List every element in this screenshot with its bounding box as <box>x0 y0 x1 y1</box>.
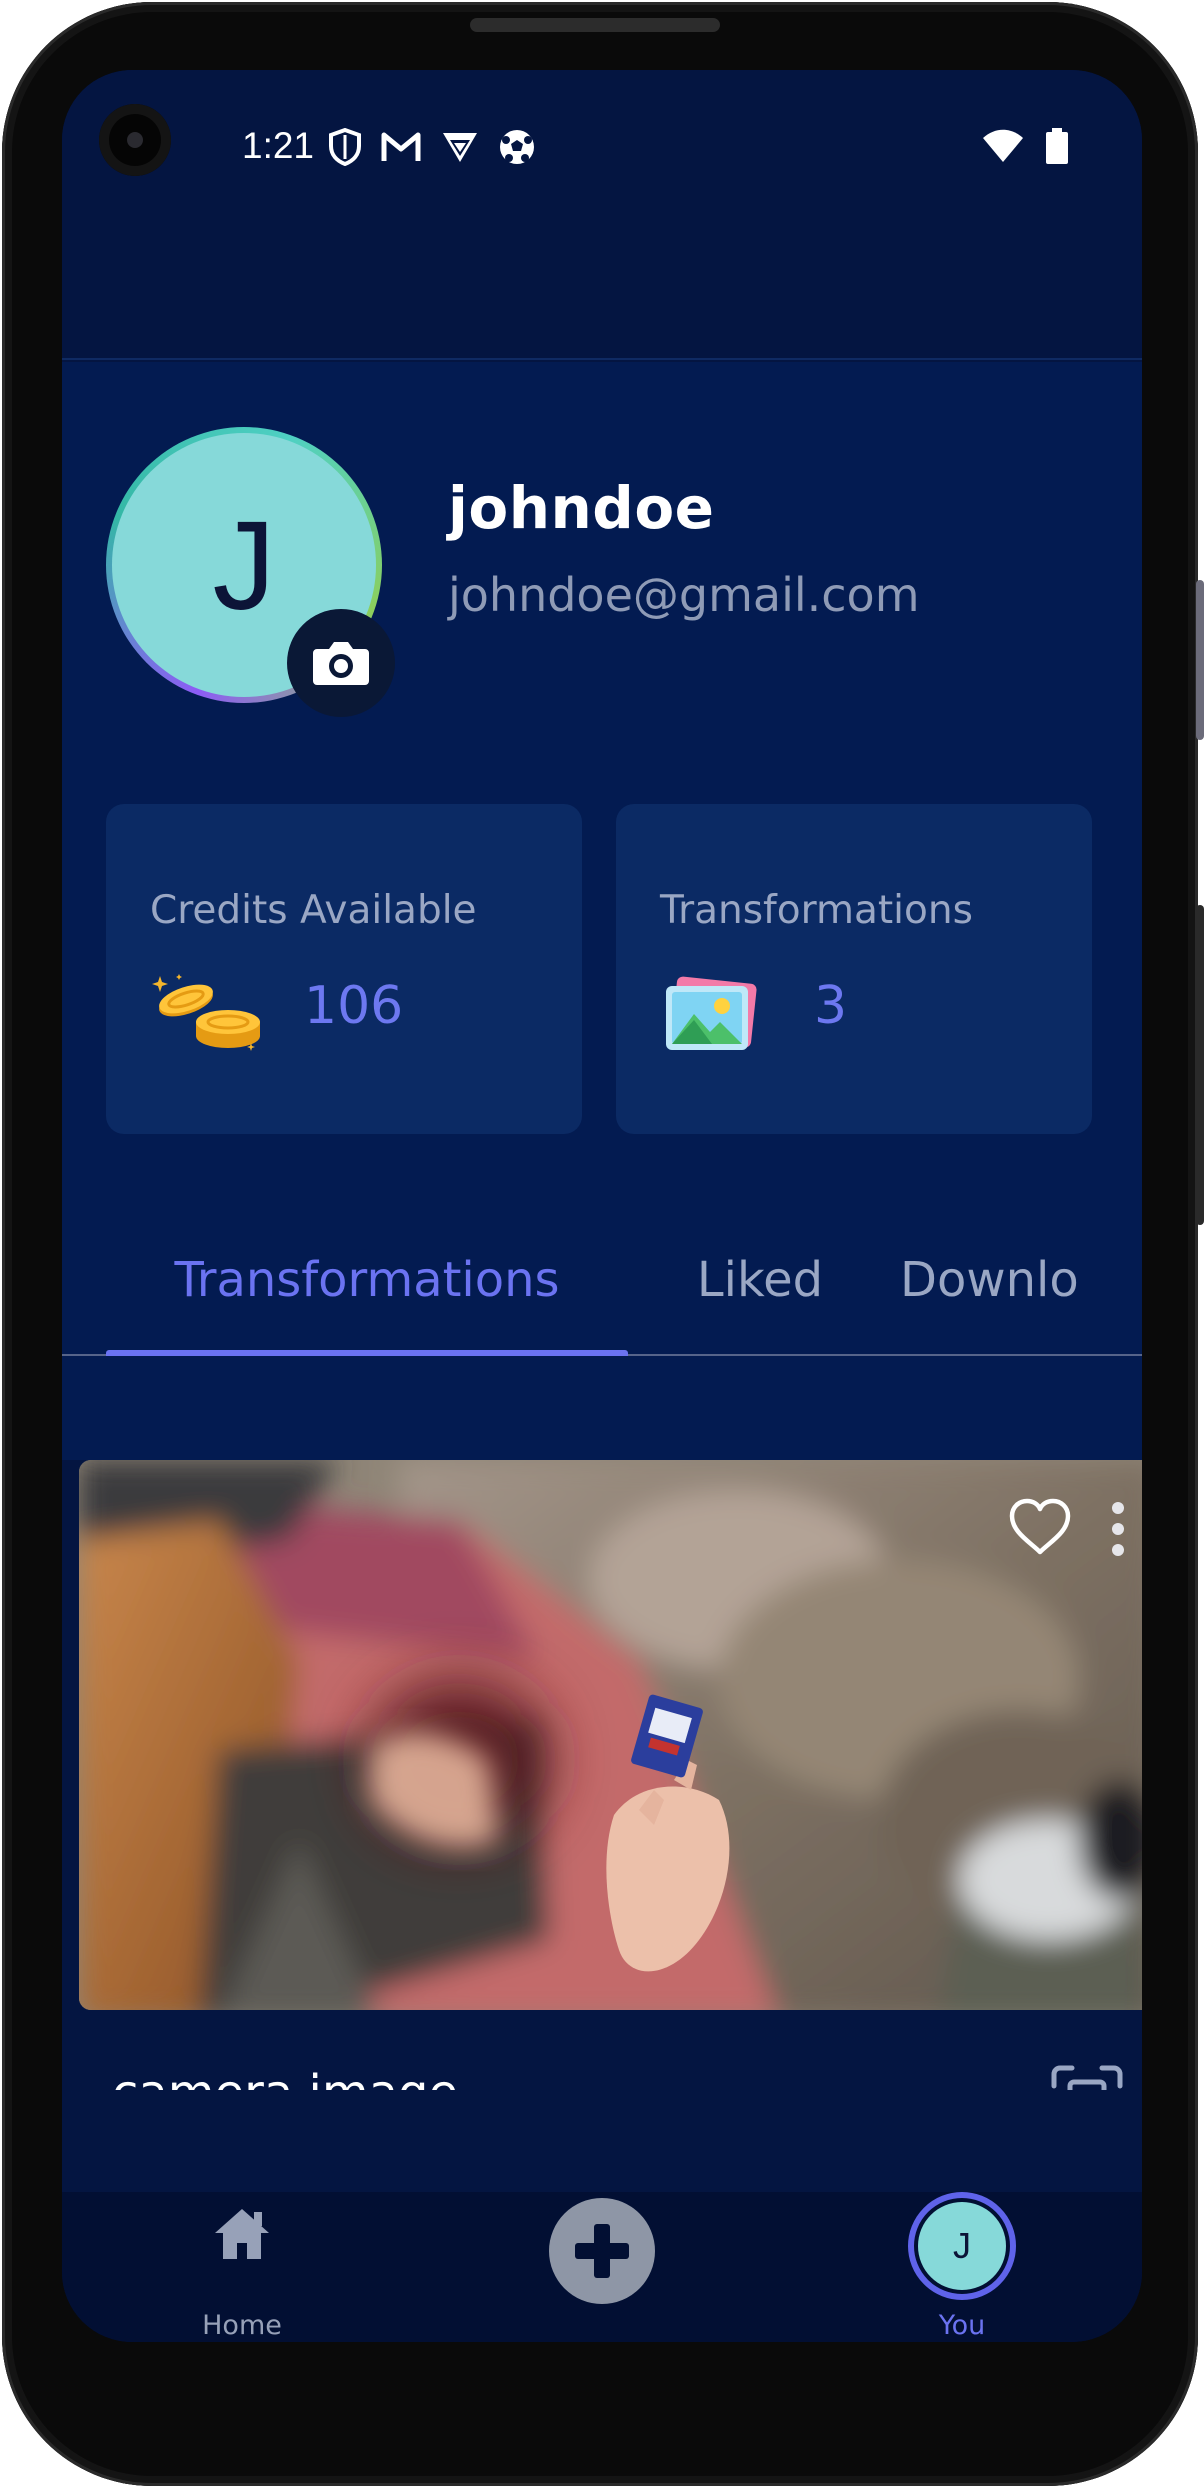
gmail-icon <box>381 132 421 161</box>
camera-icon <box>313 642 369 685</box>
shield-icon <box>329 128 361 166</box>
transformation-image[interactable] <box>79 1460 1142 2010</box>
more-options-icon[interactable] <box>1108 1500 1128 1558</box>
create-button[interactable] <box>549 2198 655 2304</box>
volume-button <box>1196 580 1204 740</box>
credits-card[interactable]: Credits Available 106 <box>106 804 582 1134</box>
status-time: 1:21 <box>242 125 315 166</box>
photo-thumbnail <box>79 1460 1142 2010</box>
transformations-value: 3 <box>814 976 848 1036</box>
phone-device: 1:21 J johndoe johndoe@gmail.com Credits… <box>0 0 1204 2491</box>
system-icons <box>982 128 1068 164</box>
status-bar: 1:21 <box>62 70 1142 220</box>
heart-icon[interactable] <box>1008 1498 1072 1556</box>
profile-section: J johndoe johndoe@gmail.com Credits Avai… <box>62 362 1142 1482</box>
profile-username: johndoe <box>448 474 715 542</box>
battery-icon <box>1046 128 1068 164</box>
power-button <box>1196 905 1204 1225</box>
credits-label: Credits Available <box>150 888 477 933</box>
wifi-icon <box>983 129 1023 162</box>
app-icon <box>443 133 477 162</box>
transformations-feed: camera image <box>62 1460 1142 2090</box>
credits-value: 106 <box>304 976 404 1036</box>
bottom-navigation: Home J You <box>62 2192 1142 2342</box>
nav-home-label: Home <box>202 2310 282 2341</box>
coins-icon <box>152 974 260 1051</box>
scan-icon[interactable] <box>1050 2064 1124 2090</box>
transformations-card[interactable]: Transformations 3 <box>616 804 1092 1134</box>
images-icon <box>666 976 757 1050</box>
nav-create[interactable] <box>502 2192 702 2342</box>
tab-downloads[interactable]: Downlo <box>900 1206 1142 1354</box>
nav-avatar: J <box>908 2192 1016 2300</box>
nav-avatar-initial: J <box>918 2202 1006 2290</box>
home-icon <box>215 2209 269 2259</box>
soccer-ball-icon <box>500 130 534 164</box>
earpiece-speaker <box>470 18 720 32</box>
tab-transformations[interactable]: Transformations <box>106 1206 628 1354</box>
nav-you-label: You <box>938 2310 986 2341</box>
nav-you[interactable]: J You <box>862 2192 1062 2342</box>
app-screen: 1:21 J johndoe johndoe@gmail.com Credits… <box>62 70 1142 2342</box>
active-tab-indicator <box>106 1350 628 1356</box>
transformations-label: Transformations <box>660 888 973 933</box>
notification-icons <box>328 128 536 166</box>
profile-tabs: Transformations Liked Downlo <box>62 1206 1142 1356</box>
nav-home[interactable]: Home <box>142 2192 342 2342</box>
change-photo-button[interactable] <box>287 609 395 717</box>
tab-liked[interactable]: Liked <box>652 1206 868 1354</box>
plus-icon <box>575 2224 629 2278</box>
post-caption: camera image <box>112 2065 458 2090</box>
profile-email: johndoe@gmail.com <box>448 568 920 622</box>
